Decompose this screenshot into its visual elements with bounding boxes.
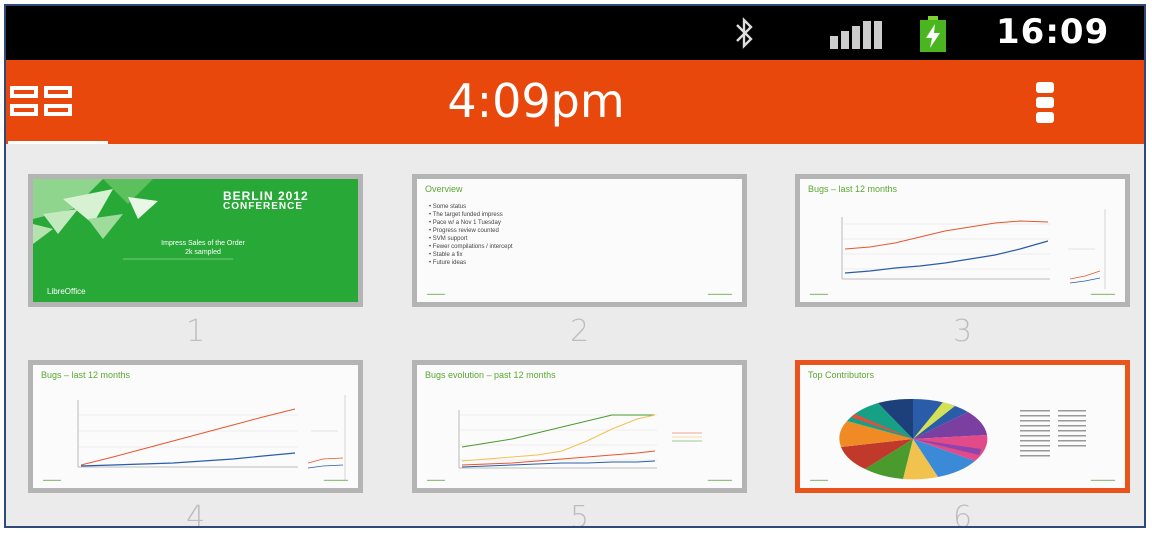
slide-brand-line2: CONFERENCE [223, 201, 304, 212]
slide-preview: Bugs – last 12 months ━━━━━━ ━━━━━━━━ [28, 360, 363, 493]
bullet: Future ideas [429, 259, 512, 267]
slide-subtitle: Impress Sales of the Order [161, 240, 245, 247]
bullet: Fewer compilations / intercept [429, 243, 513, 251]
slide-footer-rule: ━━━━━━━━ [1090, 478, 1115, 484]
bullet: Pace w/ a Nov 1 Tuesday [429, 219, 512, 227]
slide-footer-rule: ━━━━━━━━ [1090, 292, 1115, 298]
bluetooth-icon [736, 17, 753, 49]
battery-charging-icon [920, 16, 946, 52]
menu-dot [1036, 97, 1054, 108]
slide-footer-rule: ━━━━━━ [427, 478, 446, 484]
slide-number: 4 [185, 500, 206, 528]
grid-cell [44, 104, 72, 116]
slide-footer-rule: ━━━━━━━━ [707, 292, 732, 298]
slide-number: 1 [185, 314, 206, 349]
bullet: Stable a fix [429, 251, 512, 259]
slide-title: Overview [425, 184, 463, 194]
slide-footer-rule: ━━━━━━ [427, 292, 446, 298]
slide-preview: Bugs evolution – past 12 months ━━━━━━ ━… [412, 360, 747, 493]
slide-bullets: Some status The target funded impress Pa… [429, 203, 513, 267]
status-clock: 16:09 [996, 12, 1110, 52]
grid-cell [10, 86, 38, 98]
slide-footer-rule: ━━━━━━ [43, 478, 62, 484]
slide-preview: Bugs – last 12 months ━━━━━━ ━━━━━━━━ [795, 174, 1130, 307]
menu-dot [1036, 82, 1054, 93]
page-title: 4:09pm [447, 74, 625, 128]
slide-thumbnail-1[interactable]: BERLIN 2012 CONFERENCE Impress Sales of … [28, 174, 363, 352]
slide-thumbnail-5[interactable]: Bugs evolution – past 12 months ━━━━━━ ━… [412, 360, 747, 528]
slide-subtitle-2: 2k sampled [185, 249, 221, 256]
menu-dot [1036, 112, 1054, 123]
overflow-menu-icon[interactable] [1012, 60, 1072, 144]
slide-pie-chart [839, 398, 1086, 480]
grid-cell [10, 104, 38, 116]
bullet: Some status [429, 203, 512, 211]
slide-logo-text: LibreOffice [47, 287, 86, 296]
slide-number: 5 [569, 500, 590, 528]
bullet: SVM support [429, 235, 512, 243]
slide-footer-rule: ━━━━━━ [810, 478, 829, 484]
slide-footer-rule: ━━━━━━━━ [323, 478, 348, 484]
slide-preview: BERLIN 2012 CONFERENCE Impress Sales of … [28, 174, 363, 307]
slide-footer-rule: ━━━━━━━━ [707, 478, 732, 484]
slide-thumbnail-3[interactable]: Bugs – last 12 months ━━━━━━ ━━━━━━━━ 3 [795, 174, 1130, 352]
slide-number: 3 [952, 314, 973, 349]
slide-thumbnail-4[interactable]: Bugs – last 12 months ━━━━━━ ━━━━━━━━ 4 [28, 360, 363, 528]
slide-preview: Top Contributors ━━━━━━ ━━━━━━━━ [795, 360, 1130, 493]
action-bar: 4:09pm [6, 60, 1144, 144]
slide-grid: BERLIN 2012 CONFERENCE Impress Sales of … [6, 144, 1144, 528]
slide-footer-rule: ━━━━━━ [810, 292, 829, 298]
slide-thumbnail-6[interactable]: Top Contributors ━━━━━━ ━━━━━━━━ 6 [795, 360, 1130, 528]
bullet: The target funded impress [429, 211, 512, 219]
status-bar: 16:09 [6, 6, 1144, 60]
grid-cell [44, 86, 72, 98]
device-screen: 16:09 4:09pm BERLIN 2012 CONFERENCE Impr… [4, 4, 1146, 528]
slide-number: 2 [569, 314, 590, 349]
slide-preview: Overview Some status The target funded i… [412, 174, 747, 307]
slide-line-chart [841, 209, 1106, 289]
grid-view-icon[interactable] [6, 60, 110, 144]
slide-number: 6 [952, 500, 973, 528]
slide-thumbnail-2[interactable]: Overview Some status The target funded i… [412, 174, 747, 352]
slide-line-chart [77, 395, 346, 480]
slide-line-chart [458, 410, 702, 469]
bullet: Progress review counted [429, 227, 512, 235]
signal-icon [830, 21, 882, 49]
